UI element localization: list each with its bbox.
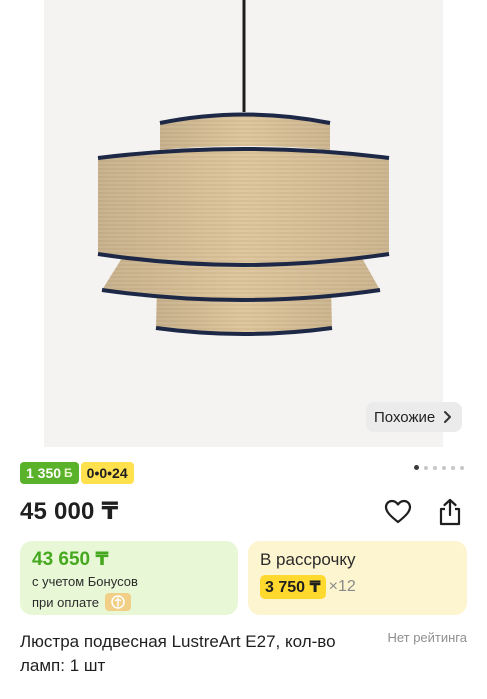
installment-card[interactable]: В рассрочку 3 750 ₸ ×12: [248, 541, 467, 615]
product-image[interactable]: [44, 0, 443, 447]
pagination-dot: [424, 465, 428, 470]
pagination-dot: [414, 465, 419, 470]
promo-badges: 1 350 Б 0•0•24: [20, 462, 134, 484]
installment-multiplier: ×12: [328, 578, 356, 595]
bonus-description: с учетом Бонусов: [32, 574, 138, 589]
payment-method-icon: [104, 593, 131, 611]
share-button[interactable]: [434, 496, 466, 528]
installment-row: 3 750 ₸ ×12: [260, 575, 356, 599]
product-gallery[interactable]: Похожие: [0, 0, 487, 447]
product-price: 45 000 ₸: [20, 498, 119, 525]
chevron-right-icon: [444, 411, 452, 423]
similar-products-button[interactable]: Похожие: [366, 402, 463, 432]
product-title: Люстра подвесная LustreArt E27, кол-во л…: [20, 632, 336, 675]
bonus-payment-text: при оплате: [32, 594, 99, 610]
bonus-price: 43 650 ₸: [32, 549, 109, 570]
bonus-badge: 1 350 Б: [20, 462, 79, 484]
pagination-dot: [433, 465, 437, 470]
bonus-currency-icon: Б: [64, 466, 73, 480]
bonus-badge-value: 1 350: [26, 465, 62, 481]
installment-badge: 0•0•24: [80, 462, 134, 484]
installment-label: В рассрочку: [260, 550, 356, 569]
pagination-dot: [442, 465, 446, 470]
installment-badge-text: 0•0•24: [86, 465, 128, 481]
heart-outline-icon: [384, 499, 412, 524]
bonus-price-card[interactable]: 43 650 ₸ с учетом Бонусов при оплате: [20, 541, 238, 615]
installment-amount: 3 750 ₸: [260, 575, 326, 599]
gallery-pagination: [414, 465, 464, 470]
bonus-payment-line: при оплате: [32, 593, 131, 611]
product-rating[interactable]: Нет рейтинга: [387, 630, 467, 645]
share-icon: [439, 498, 461, 526]
similar-products-label: Похожие: [374, 408, 436, 426]
pagination-dot: [460, 465, 464, 470]
favorite-button[interactable]: [382, 496, 414, 528]
pagination-dot: [451, 465, 455, 470]
